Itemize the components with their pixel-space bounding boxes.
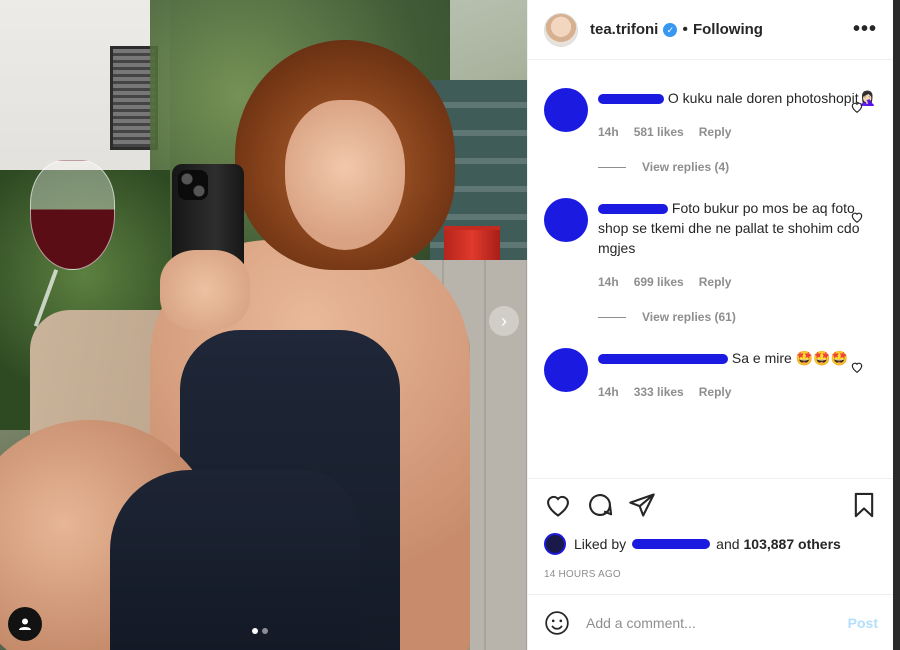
comment-body: O kuku nale doren photoshopit🤦🏻‍♀️ 14h 5…	[598, 88, 878, 142]
photo-skirt	[110, 470, 360, 650]
photo-wine-glass	[30, 160, 115, 270]
photo-phone-camera	[178, 170, 208, 200]
like-comment-heart-icon[interactable]	[850, 100, 864, 114]
comment-likes[interactable]: 581 likes	[634, 122, 684, 142]
comment-time[interactable]: 14h	[598, 382, 619, 402]
post-comment-button[interactable]: Post	[848, 615, 878, 631]
replies-line	[598, 316, 626, 318]
commenter-avatar[interactable]	[544, 348, 588, 392]
post-actions: Liked by and 103,887 others 14 HOURS AGO	[528, 478, 894, 580]
comment-text: O kuku nale doren photoshopit🤦🏻‍♀️	[667, 90, 877, 106]
user-icon	[19, 618, 31, 630]
photo-hand	[160, 250, 250, 330]
post-timestamp[interactable]: 14 HOURS AGO	[544, 569, 878, 580]
header-separator: •	[682, 20, 688, 38]
author-username[interactable]: tea.trifoni	[590, 21, 658, 38]
following-button[interactable]: Following	[693, 21, 763, 38]
chevron-right-icon: ›	[501, 311, 507, 331]
comment-meta: 14h 699 likes Reply	[598, 272, 878, 292]
comment-item: Foto bukur po mos be aq foto shop se tke…	[544, 198, 878, 292]
comment-item: Sa e mire 🤩🤩🤩 14h 333 likes Reply	[544, 348, 878, 402]
commenter-avatar[interactable]	[544, 88, 588, 132]
redacted-username	[598, 94, 664, 105]
comment-bubble-icon[interactable]	[586, 491, 614, 519]
add-comment-input[interactable]	[586, 614, 848, 631]
verified-badge-icon: ✓	[663, 22, 678, 37]
comment-item: O kuku nale doren photoshopit🤦🏻‍♀️ 14h 5…	[544, 88, 878, 142]
comment-meta: 14h 581 likes Reply	[598, 122, 878, 142]
like-heart-icon[interactable]	[544, 491, 572, 519]
comments-list[interactable]: O kuku nale doren photoshopit🤦🏻‍♀️ 14h 5…	[528, 60, 894, 478]
author-avatar[interactable]	[544, 12, 578, 47]
reply-button[interactable]: Reply	[699, 122, 732, 142]
comment-time[interactable]: 14h	[598, 122, 619, 142]
more-options-icon[interactable]: •••	[853, 18, 877, 41]
redacted-username	[598, 354, 728, 365]
liker-avatar	[544, 533, 566, 555]
comment-meta: 14h 333 likes Reply	[598, 382, 878, 402]
tagged-users-button[interactable]	[8, 607, 42, 641]
liked-by-prefix: Liked by	[574, 536, 627, 552]
comment-time[interactable]: 14h	[598, 272, 619, 292]
carousel-dot	[262, 628, 268, 634]
comment-text: Sa e mire 🤩🤩🤩	[731, 350, 848, 366]
photo-person-face	[285, 100, 405, 250]
redacted-liker-name	[632, 539, 711, 549]
commenter-avatar[interactable]	[544, 198, 588, 242]
carousel-next-button[interactable]: ›	[489, 306, 519, 336]
reply-button[interactable]: Reply	[699, 382, 732, 402]
post-photo[interactable]: ›	[0, 0, 527, 650]
post-sidebar: tea.trifoni ✓ • Following ••• O kuku nal…	[527, 0, 894, 650]
post-header: tea.trifoni ✓ • Following •••	[528, 0, 893, 60]
view-replies-button[interactable]: View replies (61)	[598, 310, 878, 324]
view-replies-button[interactable]: View replies (4)	[598, 160, 878, 174]
comment-body: Sa e mire 🤩🤩🤩 14h 333 likes Reply	[598, 348, 878, 402]
emoji-smiley-icon[interactable]	[544, 610, 570, 636]
background-edge	[893, 0, 900, 650]
replies-line	[598, 166, 626, 168]
share-send-icon[interactable]	[628, 491, 656, 519]
view-replies-label: View replies (61)	[642, 310, 736, 324]
carousel-dot-active	[252, 628, 258, 634]
view-replies-label: View replies (4)	[642, 160, 730, 174]
save-bookmark-icon[interactable]	[850, 491, 878, 519]
liked-by-and: and	[716, 536, 740, 552]
comment-likes[interactable]: 699 likes	[634, 272, 684, 292]
redacted-username	[598, 204, 668, 215]
comment-body: Foto bukur po mos be aq foto shop se tke…	[598, 198, 878, 292]
carousel-dots	[252, 628, 268, 634]
like-comment-heart-icon[interactable]	[850, 210, 864, 224]
comment-likes[interactable]: 333 likes	[634, 382, 684, 402]
action-icons	[544, 491, 878, 519]
likes-count[interactable]: 103,887 others	[744, 536, 841, 552]
reply-button[interactable]: Reply	[699, 272, 732, 292]
like-comment-heart-icon[interactable]	[850, 360, 864, 374]
liked-by-summary[interactable]: Liked by and 103,887 others	[544, 533, 878, 555]
comment-composer: Post	[528, 594, 894, 650]
